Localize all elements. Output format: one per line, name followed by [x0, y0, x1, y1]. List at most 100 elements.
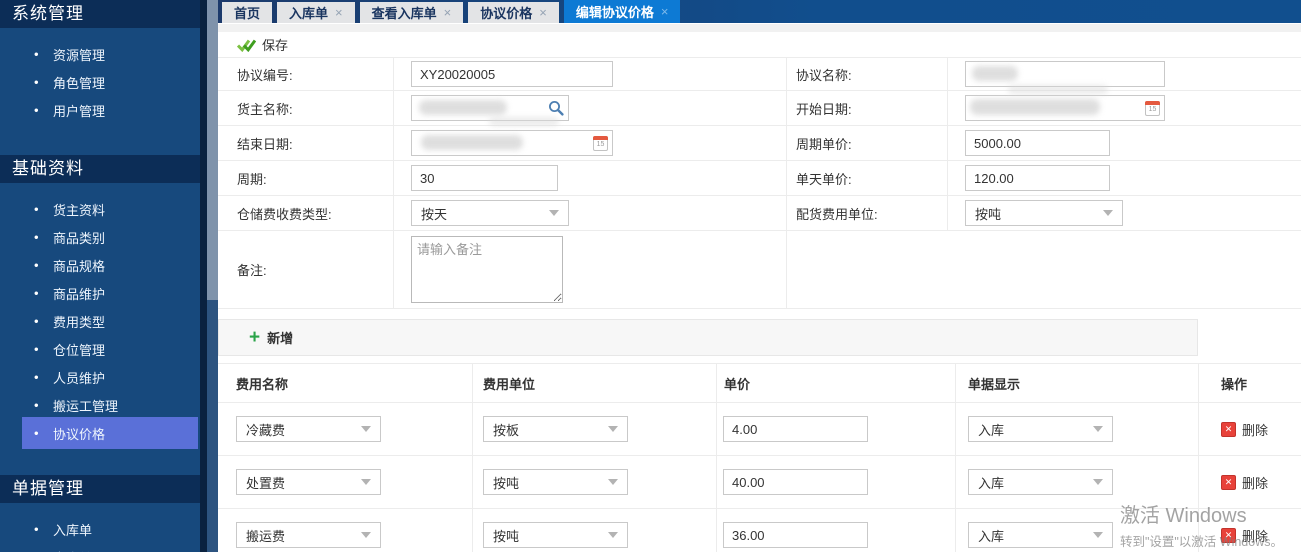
- end-date-input[interactable]: [411, 130, 613, 156]
- end-date-label: 结束日期:: [218, 126, 393, 161]
- tab-inbound-order[interactable]: 入库单×: [277, 2, 355, 23]
- agreement-name-label: 协议名称:: [786, 58, 947, 91]
- table-row-cell: ✕删除: [1198, 509, 1301, 552]
- tab-agreement-price[interactable]: 协议价格×: [468, 2, 559, 23]
- close-icon[interactable]: ×: [661, 4, 669, 19]
- sidebar-item-agreement-price[interactable]: •协议价格: [0, 419, 200, 447]
- sidebar-section-basic-data: 基础资料: [0, 155, 200, 183]
- sidebar-item-porter-mgmt[interactable]: •搬运工管理: [0, 391, 200, 419]
- table-row-cell: [716, 509, 955, 552]
- owner-name-input[interactable]: [411, 95, 569, 121]
- plus-icon: +: [249, 328, 260, 347]
- fee-unit-select[interactable]: 按板: [483, 416, 628, 442]
- table-row-cell: 入库: [955, 403, 1198, 456]
- delete-row-button[interactable]: ✕删除: [1221, 420, 1268, 439]
- storage-fee-type-label: 仓储费收费类型:: [218, 196, 393, 231]
- delete-icon: ✕: [1221, 475, 1236, 490]
- main-content: 保存 协议编号: 协议名称: 货主名称: 开始: [218, 32, 1301, 552]
- agreement-no-label: 协议编号:: [218, 58, 393, 91]
- fee-price-input[interactable]: [723, 416, 868, 442]
- doc-display-select[interactable]: 入库: [968, 522, 1113, 548]
- sidebar-scrollbar[interactable]: [200, 0, 218, 552]
- bullet-icon: •: [34, 286, 39, 301]
- caret-down-icon: [361, 426, 371, 432]
- bullet-icon: •: [34, 398, 39, 413]
- start-date-label: 开始日期:: [786, 91, 947, 126]
- add-fee-button[interactable]: + 新增: [249, 328, 293, 347]
- form-empty-cell: [786, 231, 1301, 309]
- fee-name-select[interactable]: 冷藏费: [236, 416, 381, 442]
- header-divider: [218, 23, 1301, 32]
- close-icon[interactable]: ×: [335, 5, 343, 20]
- caret-down-icon: [1103, 210, 1113, 216]
- doc-display-select[interactable]: 入库: [968, 416, 1113, 442]
- doc-display-select[interactable]: 入库: [968, 469, 1113, 495]
- cycle-label: 周期:: [218, 161, 393, 196]
- sidebar-item-goods-maintain[interactable]: •商品维护: [0, 279, 200, 307]
- sidebar-item-user-mgmt[interactable]: •用户管理: [0, 96, 200, 124]
- sidebar-scrollbar-thumb[interactable]: [207, 0, 218, 300]
- bullet-icon: •: [34, 342, 39, 357]
- caret-down-icon: [361, 479, 371, 485]
- sidebar-section-system: 系统管理: [0, 0, 200, 28]
- table-row-cell: ✕删除: [1198, 403, 1301, 456]
- delivery-fee-unit-select[interactable]: 按吨: [965, 200, 1123, 226]
- bullet-icon: •: [34, 75, 39, 90]
- agreement-form: 协议编号: 协议名称: 货主名称: 开始日期:: [218, 57, 1301, 309]
- sidebar-item-fee-type[interactable]: •费用类型: [0, 307, 200, 335]
- agreement-no-input[interactable]: [411, 61, 613, 87]
- sidebar-item-role-mgmt[interactable]: •角色管理: [0, 68, 200, 96]
- tab-home[interactable]: 首页: [222, 2, 272, 23]
- sidebar-item-owner-data[interactable]: •货主资料: [0, 195, 200, 223]
- bullet-icon: •: [34, 230, 39, 245]
- storage-fee-type-select[interactable]: 按天: [411, 200, 569, 226]
- calendar-icon[interactable]: [1145, 101, 1160, 116]
- app-window: 系统管理 •资源管理 •角色管理 •用户管理 基础资料 •货主资料 •商品类别 …: [0, 0, 1301, 552]
- sidebar-item-personnel-maintain[interactable]: •人员维护: [0, 363, 200, 391]
- delete-row-button[interactable]: ✕删除: [1221, 473, 1268, 492]
- table-row-cell: 冷藏费: [218, 403, 472, 456]
- sidebar-item-goods-category[interactable]: •商品类别: [0, 223, 200, 251]
- sidebar-item-resource-mgmt[interactable]: •资源管理: [0, 40, 200, 68]
- day-price-input[interactable]: [965, 165, 1110, 191]
- agreement-name-input[interactable]: [965, 61, 1165, 87]
- fee-price-input[interactable]: [723, 522, 868, 548]
- delete-icon: ✕: [1221, 528, 1236, 543]
- delete-row-button[interactable]: ✕删除: [1221, 526, 1268, 545]
- close-icon[interactable]: ×: [539, 5, 547, 20]
- day-price-label: 单天单价:: [786, 161, 947, 196]
- cycle-input[interactable]: [411, 165, 558, 191]
- tab-edit-agreement-price[interactable]: 编辑协议价格×: [564, 0, 681, 23]
- remark-textarea[interactable]: [411, 236, 563, 303]
- fee-unit-select[interactable]: 按吨: [483, 522, 628, 548]
- delivery-fee-unit-label: 配货费用单位:: [786, 196, 947, 231]
- fee-name-select[interactable]: 搬运费: [236, 522, 381, 548]
- fee-name-select[interactable]: 处置费: [236, 469, 381, 495]
- col-header-action: 操作: [1198, 364, 1301, 403]
- caret-down-icon: [608, 479, 618, 485]
- cycle-price-label: 周期单价:: [786, 126, 947, 161]
- delete-icon: ✕: [1221, 422, 1236, 437]
- sidebar-item-inbound-order[interactable]: •入库单: [0, 515, 200, 543]
- sidebar-item-bin-mgmt[interactable]: •仓位管理: [0, 335, 200, 363]
- col-header-fee-unit: 费用单位: [472, 364, 716, 403]
- sidebar-item-goods-spec[interactable]: •商品规格: [0, 251, 200, 279]
- start-date-input[interactable]: [965, 95, 1165, 121]
- search-icon[interactable]: [548, 100, 564, 116]
- tab-view-inbound-order[interactable]: 查看入库单×: [360, 2, 464, 23]
- save-button[interactable]: 保存: [237, 35, 288, 54]
- close-icon[interactable]: ×: [444, 5, 452, 20]
- remark-label: 备注:: [218, 231, 393, 309]
- save-check-icon: [237, 38, 256, 52]
- owner-name-label: 货主名称:: [218, 91, 393, 126]
- calendar-icon[interactable]: [593, 136, 608, 151]
- sidebar-item-outbound-order[interactable]: •出库单: [0, 543, 200, 552]
- cycle-price-input[interactable]: [965, 130, 1110, 156]
- col-header-price: 单价: [716, 364, 955, 403]
- fee-toolbar: + 新增: [218, 319, 1198, 356]
- tab-bar: 首页 入库单× 查看入库单× 协议价格× 编辑协议价格×: [218, 0, 1301, 23]
- table-row-cell: 处置费: [218, 456, 472, 509]
- caret-down-icon: [1093, 426, 1103, 432]
- fee-price-input[interactable]: [723, 469, 868, 495]
- fee-unit-select[interactable]: 按吨: [483, 469, 628, 495]
